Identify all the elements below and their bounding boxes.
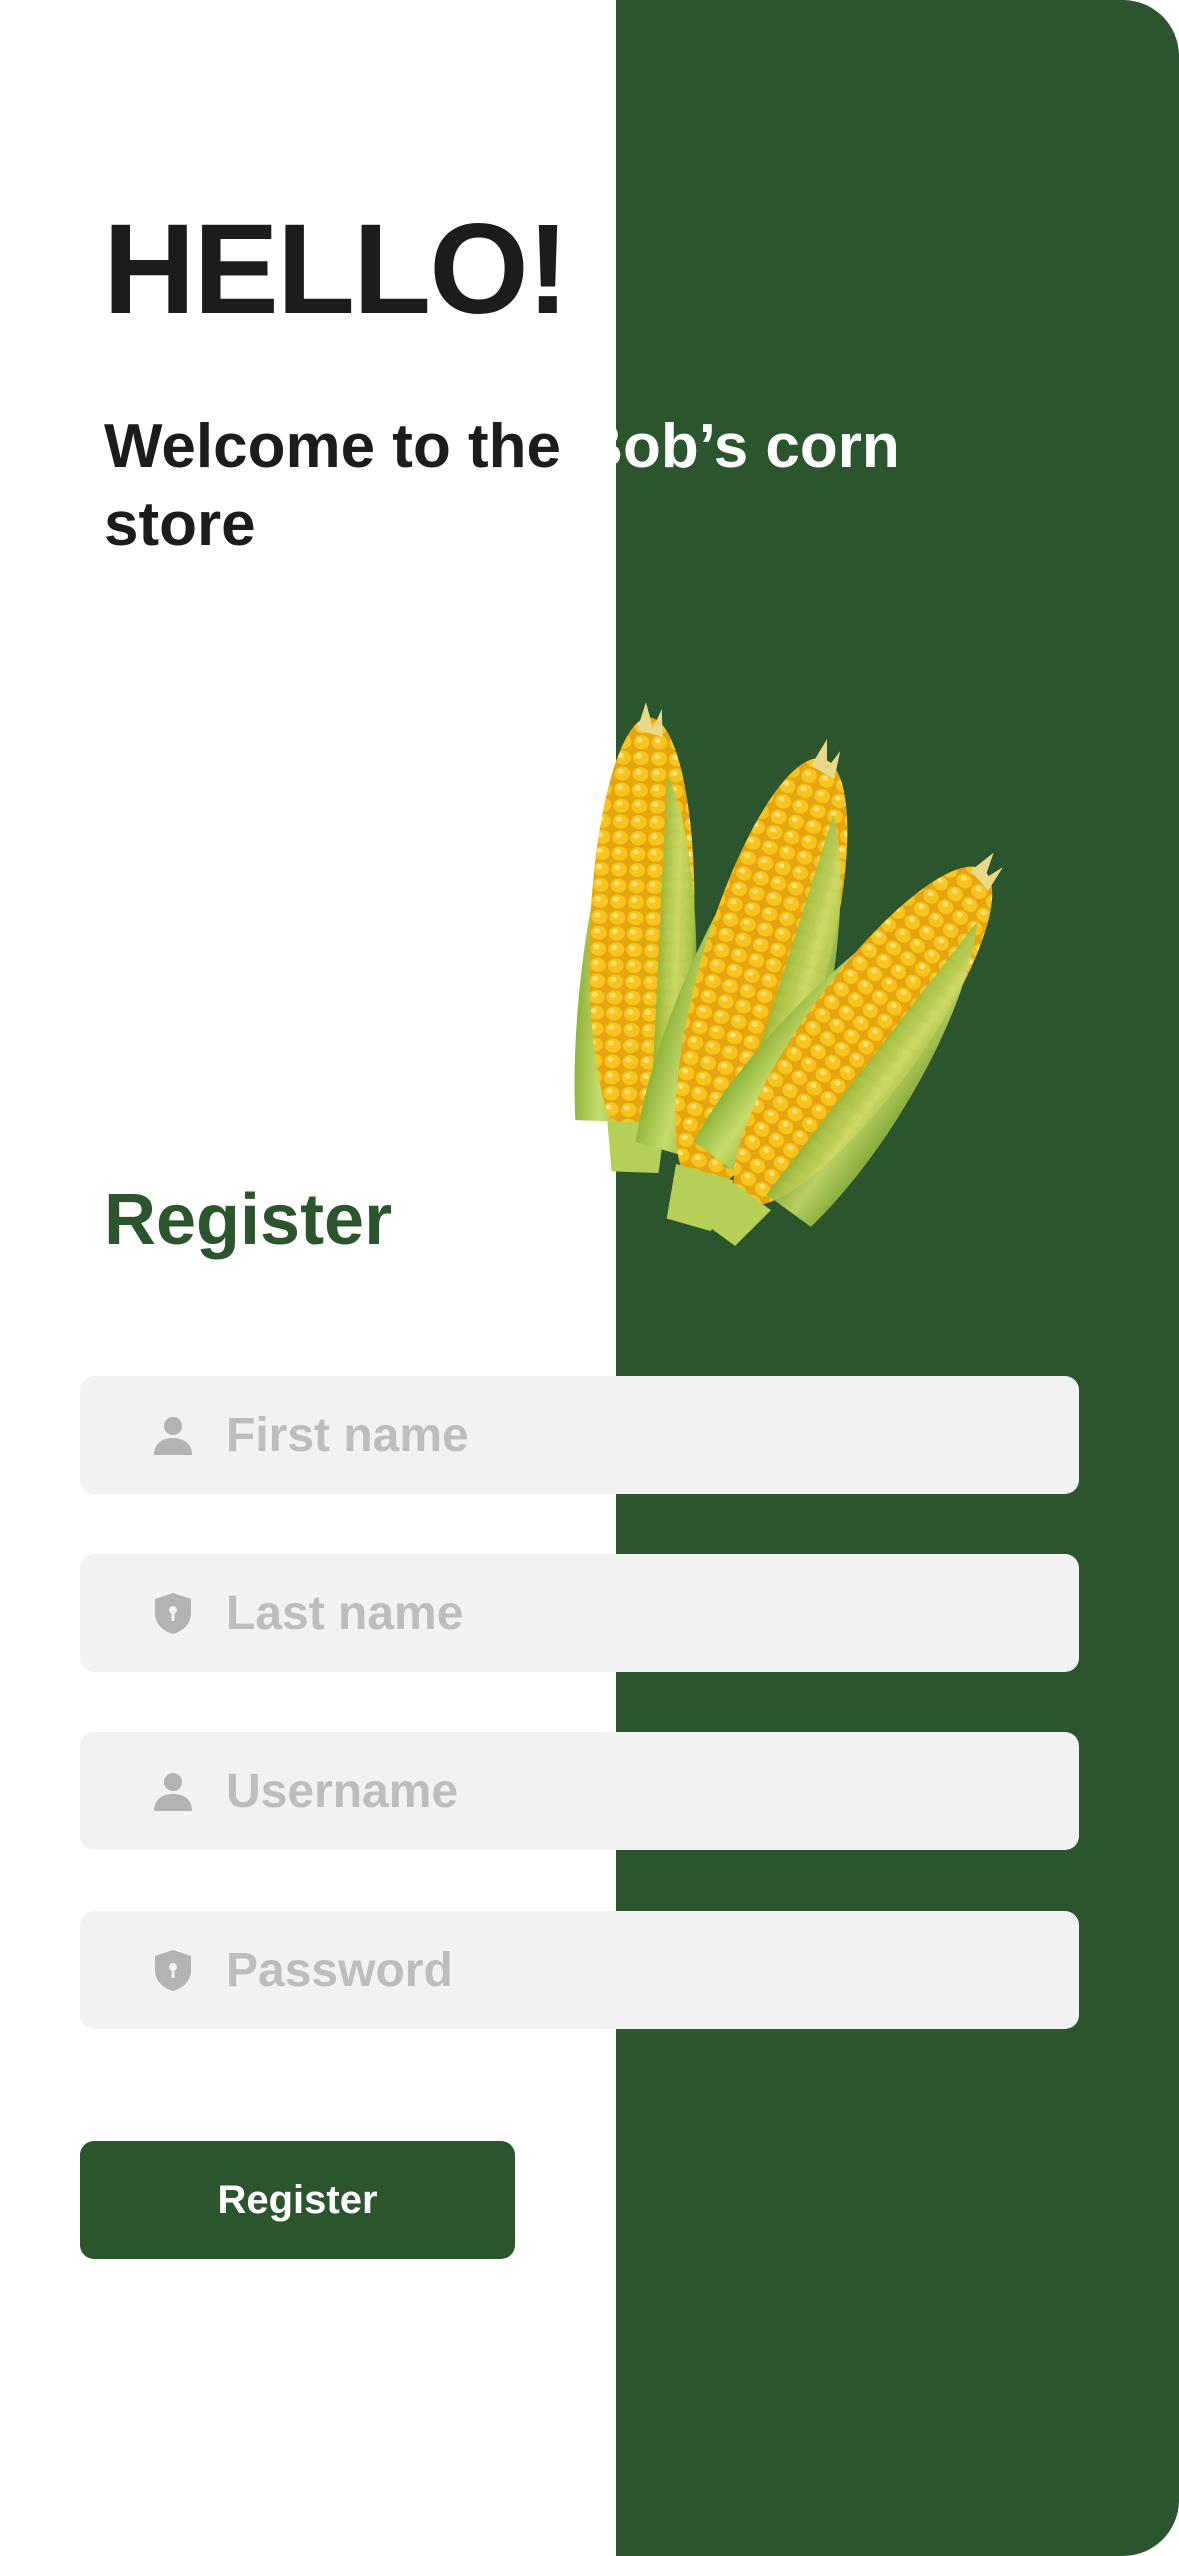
first-name-input[interactable]	[226, 1385, 1026, 1485]
register-button[interactable]: Register	[80, 2141, 515, 2259]
corn-illustration	[574, 702, 1003, 1246]
welcome-text: Welcome to the Bob’s corn store	[104, 408, 1104, 564]
welcome-prefix: Welcome to the	[104, 412, 579, 481]
username-field[interactable]	[80, 1732, 1079, 1850]
hello-heading: HELLO!	[103, 198, 569, 341]
last-name-input[interactable]	[226, 1563, 1026, 1663]
register-heading: Register	[104, 1180, 393, 1260]
first-name-field[interactable]	[80, 1376, 1079, 1494]
user-icon	[150, 1412, 196, 1458]
user-icon	[150, 1768, 196, 1814]
shield-icon	[150, 1590, 196, 1636]
password-input[interactable]	[226, 1920, 1026, 2020]
username-input[interactable]	[226, 1741, 1026, 1841]
last-name-field[interactable]	[80, 1554, 1079, 1672]
register-screen: HELLO! Welcome to the Bob’s corn store R…	[0, 0, 1179, 2556]
shield-icon	[150, 1947, 196, 1993]
welcome-suffix: store	[104, 490, 256, 559]
password-field[interactable]	[80, 1911, 1079, 2029]
welcome-highlight: Bob’s corn	[578, 412, 900, 481]
